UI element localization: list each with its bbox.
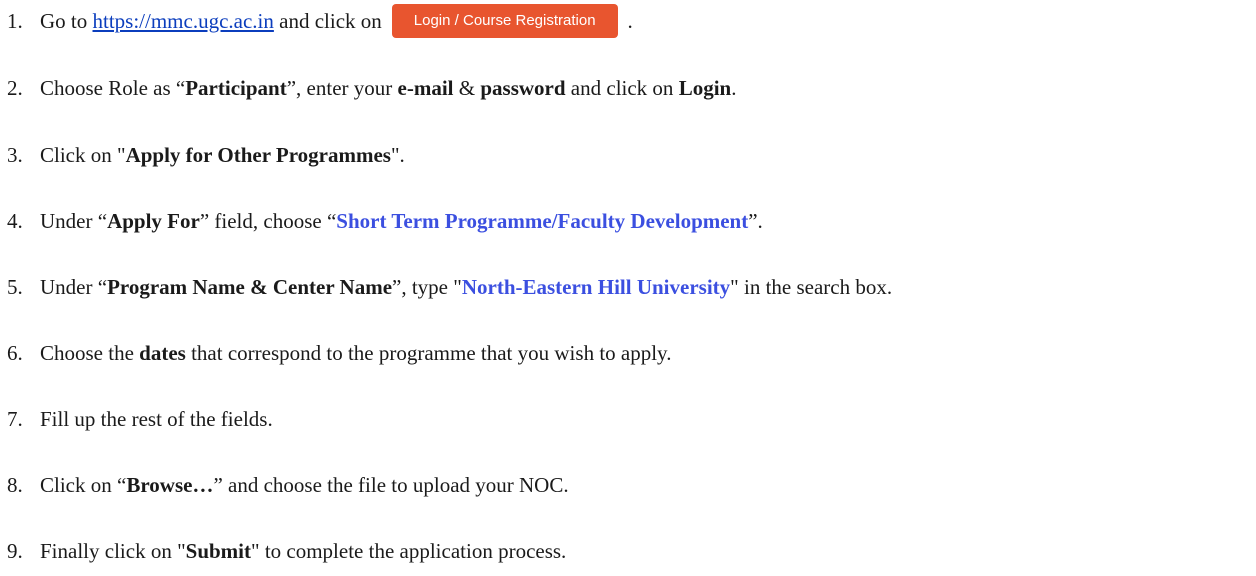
login-course-registration-button[interactable]: Login / Course Registration (391, 4, 618, 39)
short-term-programme-term: Short Term Programme/Faculty Development (336, 209, 749, 233)
role-participant: Participant (185, 76, 287, 100)
browse-term: Browse… (126, 473, 214, 497)
step-text-part: ”, type " (392, 275, 462, 299)
step-text: Go to https://mmc.ugc.ac.in and click on… (40, 4, 633, 40)
apply-for-term: Apply For (107, 209, 200, 233)
step-text-part: Finally click on " (40, 539, 186, 563)
apply-other-programmes-term: Apply for Other Programmes (125, 143, 391, 167)
step-text: Click on “Browse…” and choose the file t… (40, 470, 569, 500)
step-number: 8. (7, 473, 23, 497)
step-text-part: Under “ (40, 209, 108, 233)
program-center-name-term: Program Name & Center Name (107, 275, 393, 299)
step-number: 3. (7, 143, 23, 167)
step-number: 4. (7, 209, 23, 233)
step-number: 6. (7, 341, 23, 365)
step-text-part: that correspond to the programme that yo… (185, 341, 672, 365)
step-text-part: Click on " (40, 143, 126, 167)
submit-term: Submit (185, 539, 251, 563)
step-text-part: and click on (273, 9, 382, 33)
step-text-part: ”, enter your (286, 76, 398, 100)
step-number: 7. (7, 407, 23, 431)
step-text-part: ". (390, 143, 405, 167)
mmc-link[interactable]: https://mmc.ugc.ac.in (93, 9, 274, 33)
step-number: 2. (7, 76, 23, 100)
step-text-part: Click on “ (40, 473, 127, 497)
step-text: Choose Role as “Participant”, enter your… (40, 73, 736, 103)
password-term: password (480, 76, 566, 100)
dates-term: dates (139, 341, 186, 365)
step-text-part: and click on (565, 76, 679, 100)
step-number: 5. (7, 275, 23, 299)
step-text-part: ” and choose the file to upload your NOC… (213, 473, 569, 497)
step-number: 1. (7, 9, 23, 33)
step-text: Choose the dates that correspond to the … (40, 338, 671, 368)
step-text-part: Go to (40, 9, 93, 33)
login-term: Login (678, 76, 732, 100)
email-term: e-mail (397, 76, 454, 100)
step-text: Under “Apply For” field, choose “Short T… (40, 206, 763, 236)
university-name-term: North-Eastern Hill University (461, 275, 731, 299)
step-text-part: Under “ (40, 275, 108, 299)
step-text-part: ” field, choose “ (199, 209, 337, 233)
step-text-part: " to complete the application process. (251, 539, 567, 563)
step-text-part: ”. (748, 209, 763, 233)
step-number: 9. (7, 539, 23, 563)
step-text: Finally click on "Submit" to complete th… (40, 536, 566, 566)
step-text-part: . (627, 9, 633, 33)
step-text: Under “Program Name & Center Name”, type… (40, 272, 892, 302)
step-text-part: " in the search box. (730, 275, 893, 299)
step-text-part: . (731, 76, 737, 100)
step-text-part: Choose the (40, 341, 140, 365)
step-text: Fill up the rest of the fields. (40, 407, 273, 431)
step-text: Click on "Apply for Other Programmes". (40, 140, 405, 170)
step-text-part: Choose Role as “ (40, 76, 186, 100)
step-text-part: & (453, 76, 481, 100)
